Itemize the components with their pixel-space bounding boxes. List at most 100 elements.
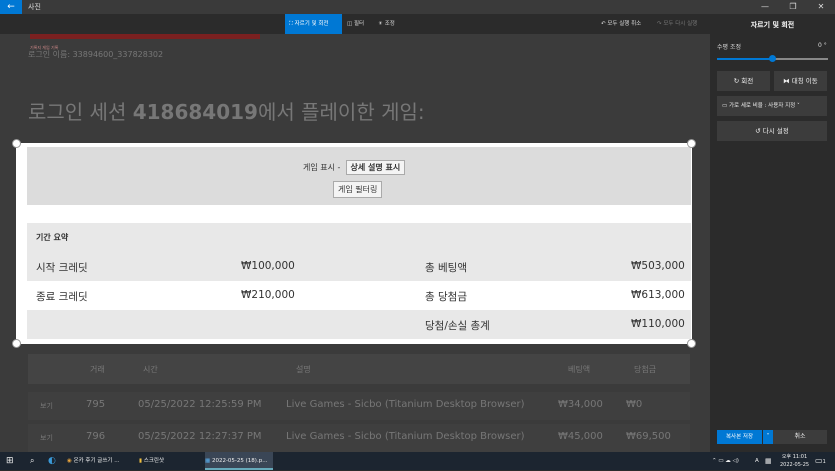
header-desc: 설명 [296, 365, 311, 374]
close-button[interactable]: ✕ [807, 0, 835, 14]
crop-handle-top-left[interactable] [12, 139, 21, 148]
crop-handle-bottom-left[interactable] [12, 339, 21, 348]
undo-all-label: 모두 실행 취소 [607, 21, 642, 27]
row-desc: Live Games - Sicbo (Titanium Desktop Bro… [286, 431, 525, 442]
tab-adjust[interactable]: ☀ 조정 [374, 14, 399, 34]
crop-handle-bottom-right[interactable] [687, 339, 696, 348]
chevron-down-icon: ˅ [795, 103, 800, 109]
reset-icon: ↺ [755, 127, 763, 135]
session-id: 418684019 [132, 100, 258, 124]
summary-label: 총 베팅액 [425, 262, 467, 274]
straighten-label: 수평 조정 [717, 44, 741, 51]
notification-icon[interactable]: ▭1 [815, 452, 826, 470]
reset-label: 다시 설정 [762, 127, 789, 135]
straighten-value: 0 ° [818, 42, 827, 49]
ime-icon[interactable]: ▦ [765, 452, 772, 470]
search-icon[interactable]: ⌕ [30, 452, 34, 470]
table-row: 보기 795 05/25/2022 12:25:59 PM Live Games… [28, 392, 690, 420]
straighten-thumb[interactable] [769, 55, 776, 62]
header-bet: 베팅액 [568, 365, 591, 374]
summary-label: 종료 크레딧 [36, 291, 88, 303]
clock-time: 오후 11:01 [781, 454, 808, 460]
summary-label: 당첨/손실 총계 [425, 320, 490, 332]
undo-all-button[interactable]: ↶ 모두 실행 취소 [597, 14, 645, 34]
straighten-fill [717, 58, 772, 60]
tab-filter[interactable]: ◫ 필터 [343, 14, 368, 34]
minimize-button[interactable]: — [751, 0, 779, 14]
taskbar-photos[interactable]: ▦ 2022-05-25 (18).p... [205, 452, 273, 470]
view-button[interactable]: 보기 [40, 401, 53, 411]
tab-adjust-label: 조정 [384, 21, 395, 27]
row-id: 796 [86, 431, 106, 442]
straighten-slider[interactable] [717, 55, 828, 62]
taskbar-folder[interactable]: ▮ 스크린샷 [139, 452, 164, 470]
detail-view-button[interactable]: 상세 설명 표시 [345, 160, 406, 175]
adjust-icon: ☀ [378, 21, 385, 27]
banner-strip: 기록지 게임 기록 [30, 34, 260, 50]
photos-icon: ▦ [205, 458, 212, 464]
login-name: 로그인 이름: 33894600_337828302 [28, 50, 164, 59]
summary-value: ₩100,000 [241, 260, 295, 272]
rotate-button[interactable]: ↻ 회전 [717, 71, 770, 91]
row-time: 05/25/2022 12:25:59 PM [138, 399, 262, 410]
edge-icon[interactable]: ◐ [48, 452, 56, 470]
flip-button[interactable]: ⧓ 대칭 이동 [774, 71, 827, 91]
row-desc: Live Games - Sicbo (Titanium Desktop Bro… [286, 399, 525, 410]
redo-all-button[interactable]: ↷ 모두 다시 실행 [653, 14, 701, 34]
aspect-label: 가로 세로 비율 : 사용자 지정 [728, 103, 796, 109]
aspect-ratio-dropdown[interactable]: ▭ 가로 세로 비율 : 사용자 지정 ˅ [717, 96, 827, 116]
language-indicator[interactable]: A [755, 452, 759, 470]
chevron-down-icon[interactable]: ˅ [763, 430, 773, 444]
row-time: 05/25/2022 12:27:37 PM [138, 431, 262, 442]
panel-title: 자르기 및 회전 [750, 21, 795, 29]
summary-row: 종료 크레딧 ₩210,000 총 당첨금 ₩613,000 [27, 281, 691, 310]
reset-button[interactable]: ↺ 다시 설정 [717, 121, 827, 141]
period-summary-title: 기간 요약 [36, 233, 69, 242]
tray-icons[interactable]: ⌃ ▭ ☁ ◁) [712, 452, 739, 470]
summary-label: 시작 크레딧 [36, 262, 88, 274]
taskbar-chrome[interactable]: ◉ 온카 후기 글쓰기 ... [67, 452, 119, 470]
session-title: 로그인 세션 418684019에서 플레이한 게임: [28, 96, 425, 125]
tab-crop-label: 자르기 및 회전 [294, 21, 329, 27]
period-summary-header: 기간 요약 [27, 223, 691, 252]
rotate-label: 회전 [741, 77, 754, 85]
view-toggle-row: 게임 표시 - 상세 설명 표시 [303, 155, 406, 175]
summary-value: ₩613,000 [631, 289, 685, 301]
flip-icon: ⧓ [783, 77, 792, 85]
photos-task-label: 2022-05-25 (18).p... [211, 458, 268, 464]
aspect-icon: ▭ [722, 103, 729, 109]
view-button[interactable]: 보기 [40, 433, 53, 443]
tab-filter-label: 필터 [353, 21, 365, 27]
row-win: ₩69,500 [626, 431, 671, 442]
notification-count: 1 [822, 459, 826, 465]
save-copy-button[interactable]: 복사본 저장 [717, 430, 762, 444]
clock[interactable]: 오후 11:01 2022-05-25 [780, 453, 809, 469]
crop-handle-top-right[interactable] [687, 139, 696, 148]
summary-value: ₩110,000 [631, 318, 685, 330]
session-title-suffix: 에서 플레이한 게임: [257, 100, 425, 124]
tab-crop-rotate[interactable]: ⛶ 자르기 및 회전 [285, 14, 342, 34]
title-bar [0, 0, 835, 14]
row-bet: ₩45,000 [558, 431, 603, 442]
crop-region[interactable]: 게임 표시 - 상세 설명 표시 게임 필터링 기간 요약 시작 크레딧 ₩10… [16, 143, 692, 344]
app-title: 사진 [28, 3, 41, 11]
filter-games-button[interactable]: 게임 필터링 [333, 181, 383, 198]
filter-icon: ◫ [347, 21, 354, 27]
session-title-prefix: 로그인 세션 [28, 100, 133, 124]
header-win: 당첨금 [634, 365, 657, 374]
view-label: 게임 표시 - [303, 163, 341, 172]
chrome-task-label: 온카 후기 글쓰기 ... [73, 458, 120, 464]
row-bet: ₩34,000 [558, 399, 603, 410]
windows-start-icon[interactable]: ⊞ [6, 452, 14, 470]
maximize-button[interactable]: ❐ [779, 0, 807, 14]
redo-all-label: 모두 다시 실행 [663, 21, 698, 27]
summary-value: ₩210,000 [241, 289, 295, 301]
back-button[interactable]: ← [0, 0, 22, 14]
table-row: 보기 796 05/25/2022 12:27:37 PM Live Games… [28, 424, 690, 452]
view-controls: 게임 표시 - 상세 설명 표시 게임 필터링 [27, 147, 691, 205]
header-time: 시간 [143, 365, 158, 374]
cancel-button[interactable]: 취소 [773, 430, 827, 444]
table-header-row: 거래 시간 설명 베팅액 당첨금 [28, 354, 690, 384]
crop-rotate-panel: 자르기 및 회전 수평 조정 0 ° ↻ 회전 ⧓ 대칭 이동 ▭ 가로 세로 … [710, 14, 835, 452]
summary-value: ₩503,000 [631, 260, 685, 272]
